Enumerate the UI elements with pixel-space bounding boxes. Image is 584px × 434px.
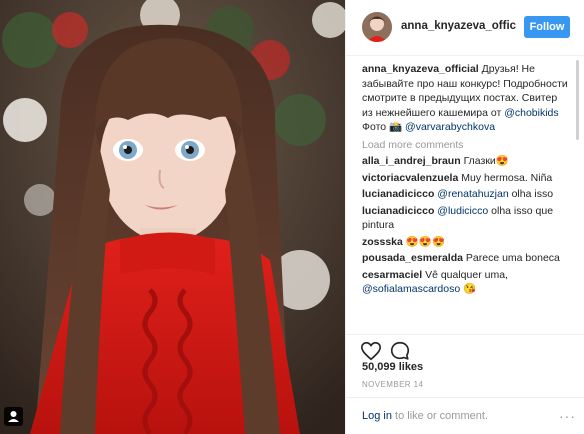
login-prompt-text: to like or comment. <box>391 410 488 422</box>
comment-text: Muy hermosa. Niña <box>461 171 553 184</box>
comments-list: anna_knyazeva_official Друзья! Не забыва… <box>362 62 570 334</box>
comment-mention[interactable]: @ludicicco <box>437 205 488 217</box>
comment-item: alla_i_andrej_braun Глазки😍 <box>362 154 570 169</box>
comment-item: cesarmaciel Vê qualquer uma, @sofialamas… <box>362 268 570 297</box>
comment-username[interactable]: cesarmaciel <box>362 269 422 281</box>
comments-scrollbar[interactable] <box>576 60 579 140</box>
comment-tail: 😘 <box>460 283 477 295</box>
post-header: anna_knyazeva_official Follow <box>346 0 584 56</box>
caption-username[interactable]: anna_knyazeva_official <box>362 63 479 75</box>
follow-button[interactable]: Follow <box>524 16 570 38</box>
comment-username[interactable]: zossska <box>362 236 403 248</box>
comment-username[interactable]: lucianadicicco <box>362 205 434 217</box>
post-date[interactable]: NOVEMBER 14 <box>362 380 423 389</box>
comment-text: Parece uma boneca <box>465 252 560 264</box>
comment-text: Vê qualquer uma, <box>425 268 508 281</box>
caption-mention-photographer[interactable]: @varvarabychkova <box>405 121 495 133</box>
comment-item: lucianadicicco @ludicicco olha isso que … <box>362 204 570 233</box>
comment-username[interactable]: lucianadicicco <box>362 188 434 200</box>
comment-mention[interactable]: @renatahuzjan <box>437 188 508 200</box>
load-more-comments-link[interactable]: Load more comments <box>362 138 570 153</box>
post-side-panel: anna_knyazeva_official Follow anna_knyaz… <box>345 0 584 434</box>
comment-username[interactable]: victoriacvalenzuela <box>362 172 458 184</box>
comment-mention[interactable]: @sofialamascardoso <box>362 283 460 295</box>
speech-bubble-icon[interactable] <box>389 340 411 362</box>
post-photo[interactable] <box>0 0 345 434</box>
comment-text: 😍😍😍 <box>405 235 446 248</box>
user-tag-icon[interactable] <box>4 407 23 426</box>
caption-photo-credit: Фото 📸 <box>362 121 406 133</box>
likes-count[interactable]: 50,099 likes <box>362 361 423 373</box>
login-link[interactable]: Log in <box>362 410 392 422</box>
instagram-post: anna_knyazeva_official Follow anna_knyaz… <box>0 0 584 434</box>
avatar[interactable] <box>362 12 392 42</box>
comment-item: lucianadicicco @renatahuzjan olha isso <box>362 187 570 202</box>
login-bar: Log in to like or comment. ··· <box>346 397 584 434</box>
comment-item: zossska 😍😍😍 <box>362 235 570 250</box>
photo-illustration <box>0 0 345 434</box>
header-username[interactable]: anna_knyazeva_official <box>401 20 516 32</box>
login-prompt: Log in to like or comment. <box>362 410 488 422</box>
comment-text: Глазки😍 <box>463 155 509 167</box>
comment-username[interactable]: pousada_esmeralda <box>362 252 463 264</box>
comment-username[interactable]: alla_i_andrej_braun <box>362 155 461 167</box>
post-actions: 50,099 likes NOVEMBER 14 <box>346 334 584 404</box>
heart-outline-icon[interactable] <box>360 340 382 362</box>
more-options-button[interactable]: ··· <box>559 408 576 424</box>
caption-mention-chobikids[interactable]: @chobikids <box>504 107 558 119</box>
comment-item: victoriacvalenzuela Muy hermosa. Niña <box>362 171 570 186</box>
comment-text: olha isso <box>508 188 554 200</box>
comment-item: pousada_esmeralda Parece uma boneca <box>362 251 570 266</box>
caption: anna_knyazeva_official Друзья! Не забыва… <box>362 62 570 135</box>
